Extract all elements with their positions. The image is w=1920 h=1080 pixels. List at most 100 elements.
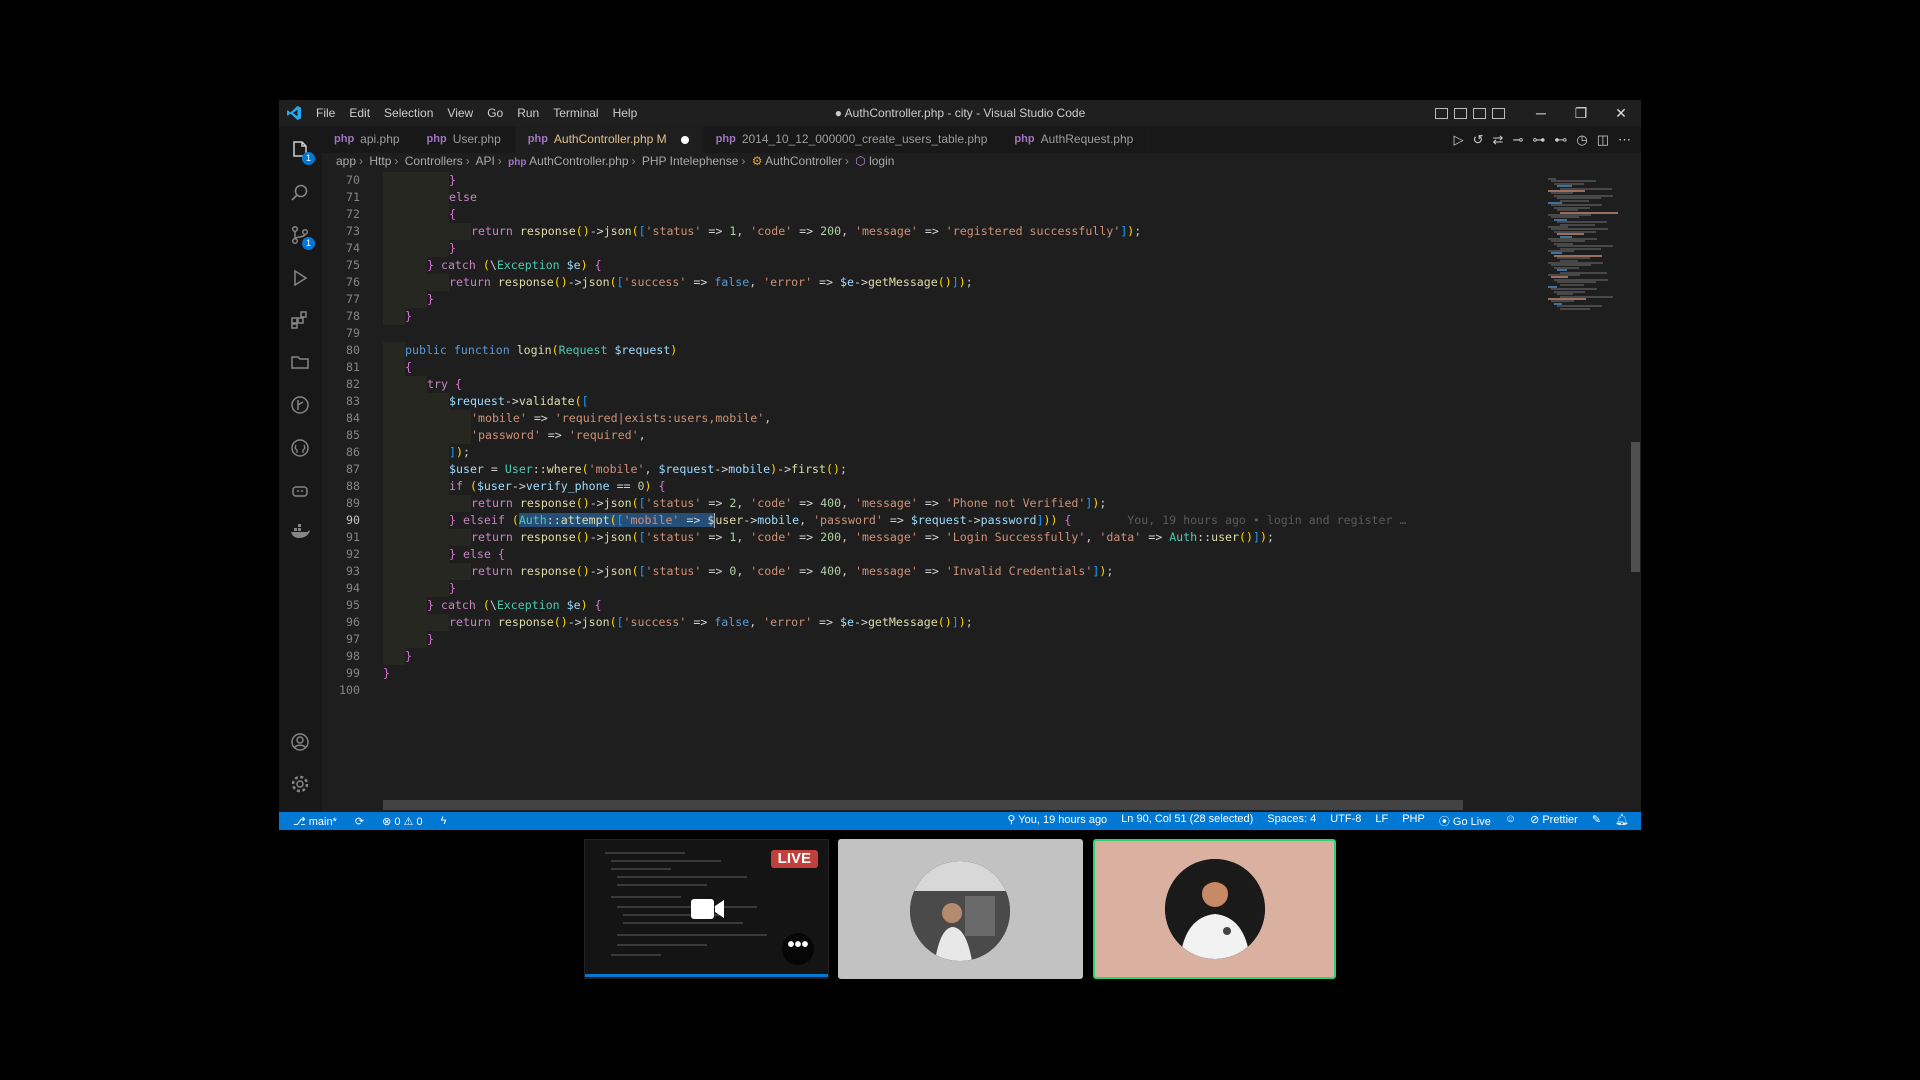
code-line[interactable]: 99} xyxy=(322,665,1542,682)
code-line[interactable]: 76 return response()->json(['success' => … xyxy=(322,274,1542,291)
code-line[interactable]: 87 $user = User::where('mobile', $request… xyxy=(322,461,1542,478)
code-line[interactable]: 91 return response()->json(['status' => 1… xyxy=(322,529,1542,546)
extensions-icon[interactable] xyxy=(288,308,312,332)
line-number[interactable]: 96 xyxy=(322,614,360,631)
line-number[interactable]: 70 xyxy=(322,172,360,189)
breadcrumb-item[interactable]: Controllers xyxy=(405,154,463,168)
run-debug-icon[interactable] xyxy=(288,266,312,290)
code-line[interactable]: 79 xyxy=(322,325,1542,342)
explorer-icon[interactable]: 1 xyxy=(288,138,315,165)
git-blame-status[interactable]: ⚲ You, 19 hours ago xyxy=(1007,813,1107,829)
line-number[interactable]: 74 xyxy=(322,240,360,257)
line-number[interactable]: 97 xyxy=(322,631,360,648)
code-line[interactable]: 92} else { xyxy=(322,546,1542,563)
sync-icon[interactable]: ⟳ xyxy=(355,815,364,828)
screen-share-thumbnail[interactable]: LIVE ••• xyxy=(584,839,829,979)
copilot-status-icon[interactable]: ☺ xyxy=(1505,813,1516,829)
vertical-scrollbar[interactable] xyxy=(1630,172,1641,806)
code-line[interactable]: 93 return response()->json(['status' => 0… xyxy=(322,563,1542,580)
video-camera-icon[interactable] xyxy=(691,898,725,925)
cursor-position[interactable]: Ln 90, Col 51 (28 selected) xyxy=(1121,813,1253,829)
breadcrumb-item[interactable]: app xyxy=(336,154,356,168)
next-change-icon[interactable]: ⊷ xyxy=(1554,132,1567,148)
line-number[interactable]: 78 xyxy=(322,308,360,325)
code-line[interactable]: 84 'mobile' => 'required|exists:users,mob… xyxy=(322,410,1542,427)
toggle-secondary-sidebar-icon[interactable] xyxy=(1473,107,1486,119)
minimize-button[interactable]: ─ xyxy=(1521,105,1561,121)
git-commit-icon[interactable]: ⊶ xyxy=(1532,132,1545,148)
github-icon[interactable] xyxy=(288,436,312,460)
tab-authrequest-php[interactable]: php AuthRequest.php xyxy=(1002,126,1149,153)
code-line[interactable]: 85 'password' => 'required', xyxy=(322,427,1542,444)
menu-edit[interactable]: Edit xyxy=(342,100,377,126)
line-number[interactable]: 92 xyxy=(322,546,360,563)
code-line[interactable]: 95} catch (\Exception $e) { xyxy=(322,597,1542,614)
toggle-panel-icon[interactable] xyxy=(1454,107,1467,119)
accounts-icon[interactable] xyxy=(288,730,312,754)
notifications-bell-icon[interactable]: 🔔︎ xyxy=(1615,813,1629,829)
code-line[interactable]: 86]); xyxy=(322,444,1542,461)
code-line[interactable]: 97} xyxy=(322,631,1542,648)
close-button[interactable]: ✕ xyxy=(1601,105,1641,122)
code-line[interactable]: 90} elseif (Auth::attempt(['mobile' => $… xyxy=(322,512,1542,529)
line-number[interactable]: 90 xyxy=(322,512,360,529)
breadcrumb-item[interactable]: AuthController.php xyxy=(529,154,628,168)
participant-thumbnail[interactable] xyxy=(838,839,1083,979)
prettier-status[interactable]: ⊘ Prettier xyxy=(1530,813,1578,829)
feedback-icon[interactable]: ✎ xyxy=(1592,813,1601,829)
breadcrumb-item[interactable]: Http xyxy=(369,154,391,168)
settings-gear-icon[interactable] xyxy=(288,772,312,796)
line-number[interactable]: 76 xyxy=(322,274,360,291)
line-number[interactable]: 72 xyxy=(322,206,360,223)
line-number[interactable]: 75 xyxy=(322,257,360,274)
breadcrumb-item[interactable]: PHP Intelephense xyxy=(642,154,739,168)
previous-change-icon[interactable]: ⊸ xyxy=(1512,132,1523,148)
line-number[interactable]: 80 xyxy=(322,342,360,359)
open-changes-icon[interactable]: ⇄ xyxy=(1493,132,1504,148)
code-line[interactable]: 88 if ($user->verify_phone == 0) { xyxy=(322,478,1542,495)
line-number[interactable]: 93 xyxy=(322,563,360,580)
git-graph-icon[interactable] xyxy=(288,393,312,417)
line-number[interactable]: 100 xyxy=(322,682,360,699)
code-line[interactable]: 82 try { xyxy=(322,376,1542,393)
code-line[interactable]: 98} xyxy=(322,648,1542,665)
code-line[interactable]: 70} xyxy=(322,172,1542,189)
search-icon[interactable] xyxy=(288,181,312,205)
indentation[interactable]: Spaces: 4 xyxy=(1267,813,1316,829)
active-speaker-thumbnail[interactable] xyxy=(1093,839,1336,979)
line-number[interactable]: 71 xyxy=(322,189,360,206)
code-line[interactable]: 72 { xyxy=(322,206,1542,223)
line-number[interactable]: 98 xyxy=(322,648,360,665)
line-number[interactable]: 89 xyxy=(322,495,360,512)
copilot-icon[interactable] xyxy=(288,478,312,502)
breadcrumb-item[interactable]: AuthController xyxy=(765,154,842,168)
code-editor[interactable]: 70} 71 else 72{73 return response()->json(['… xyxy=(322,172,1542,806)
tab-user-php[interactable]: php User.php xyxy=(415,126,516,153)
line-number[interactable]: 88 xyxy=(322,478,360,495)
code-line[interactable]: 75} catch (\Exception $e) { xyxy=(322,257,1542,274)
line-number[interactable]: 82 xyxy=(322,376,360,393)
code-line[interactable]: 94} xyxy=(322,580,1542,597)
code-line[interactable]: 83 $request->validate([ xyxy=(322,393,1542,410)
minimap[interactable] xyxy=(1542,172,1630,806)
tab-authcontroller-php[interactable]: php AuthController.php M xyxy=(515,126,704,153)
line-number[interactable]: 73 xyxy=(322,223,360,240)
unsaved-dot-icon[interactable] xyxy=(680,135,689,144)
history-icon[interactable]: ◷ xyxy=(1576,132,1587,148)
menu-go[interactable]: Go xyxy=(480,100,510,126)
end-of-line[interactable]: LF xyxy=(1375,813,1388,829)
menu-view[interactable]: View xyxy=(440,100,480,126)
scrollbar-thumb[interactable] xyxy=(1631,442,1640,572)
code-line[interactable]: 78} xyxy=(322,308,1542,325)
line-number[interactable]: 91 xyxy=(322,529,360,546)
line-number[interactable]: 77 xyxy=(322,291,360,308)
line-number[interactable]: 94 xyxy=(322,580,360,597)
line-number[interactable]: 79 xyxy=(322,325,360,342)
breadcrumb-item[interactable]: login xyxy=(869,154,894,168)
restore-button[interactable]: ❐ xyxy=(1561,105,1601,122)
line-number[interactable]: 81 xyxy=(322,359,360,376)
encoding[interactable]: UTF-8 xyxy=(1330,813,1361,829)
more-actions-icon[interactable]: ⋯ xyxy=(1618,132,1631,148)
docker-icon[interactable] xyxy=(288,520,312,544)
run-code-icon[interactable]: ▷ xyxy=(1454,132,1464,148)
